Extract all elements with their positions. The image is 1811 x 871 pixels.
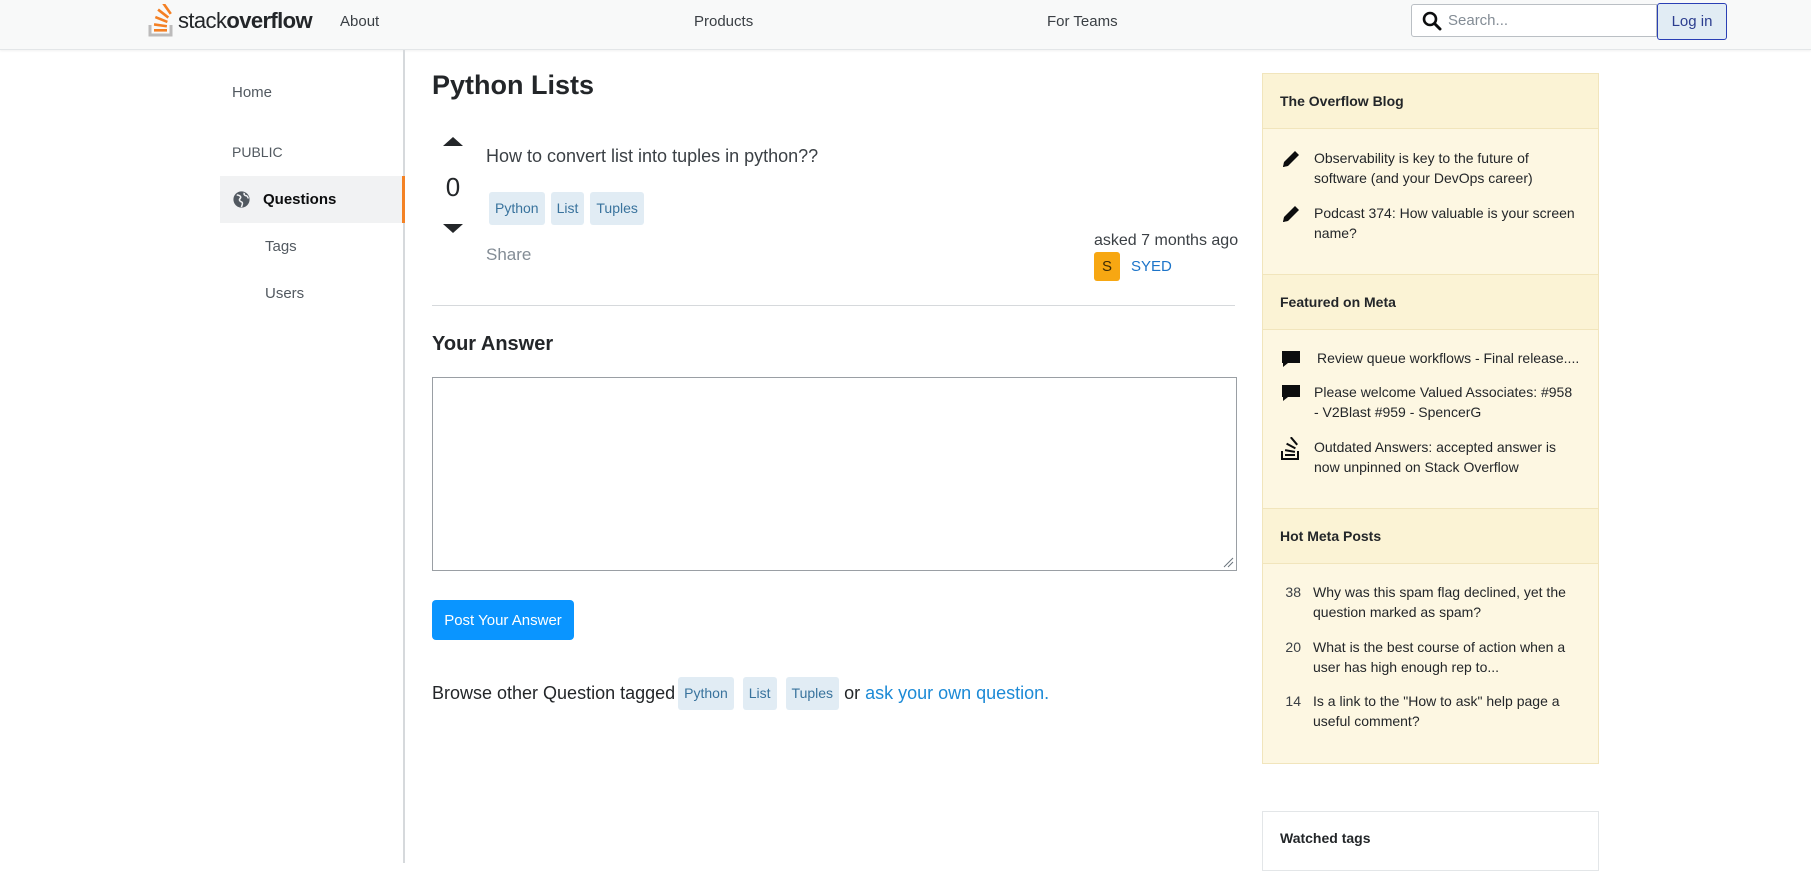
globe-icon	[233, 191, 250, 208]
tag-list[interactable]: List	[550, 192, 585, 225]
browse-other-questions: Browse other Question tagged Python List…	[432, 677, 1049, 710]
sidebar-item-questions[interactable]: Questions	[220, 176, 405, 223]
hot-meta-text: What is the best course of action when a…	[1313, 639, 1566, 675]
nav-products[interactable]: Products	[694, 13, 753, 30]
stack-logo-icon	[148, 4, 173, 37]
nav-about[interactable]: About	[340, 13, 379, 30]
answer-textarea[interactable]	[432, 377, 1237, 571]
comment-icon	[1280, 348, 1304, 375]
sidebar-section-public: PUBLIC	[232, 144, 283, 160]
nav-for-teams[interactable]: For Teams	[1047, 13, 1118, 30]
ask-question-link[interactable]: ask your own question.	[865, 683, 1049, 704]
meta-item[interactable]: Review queue workflows - Final release..…	[1263, 348, 1598, 375]
top-bar: stackoverflow About Products For Teams L…	[0, 0, 1811, 50]
hot-meta-text: Is a link to the "How to ask" help page …	[1313, 693, 1560, 729]
hot-meta-item[interactable]: 38 Why was this spam flag declined, yet …	[1263, 582, 1598, 622]
blog-heading: The Overflow Blog	[1263, 73, 1598, 129]
stackoverflow-logo[interactable]: stackoverflow	[147, 2, 313, 40]
sidebar-item-tags[interactable]: Tags	[265, 238, 297, 255]
post-answer-button[interactable]: Post Your Answer	[432, 600, 574, 640]
hot-meta-item[interactable]: 14 Is a link to the "How to ask" help pa…	[1263, 691, 1598, 731]
hot-meta-count: 14	[1285, 693, 1301, 709]
resize-handle-icon[interactable]	[1222, 556, 1234, 568]
login-button[interactable]: Log in	[1657, 3, 1727, 40]
hot-meta-text: Why was this spam flag declined, yet the…	[1313, 584, 1566, 620]
tag-python[interactable]: Python	[489, 192, 545, 225]
left-sidebar	[0, 50, 405, 863]
pencil-icon	[1280, 203, 1304, 243]
comment-icon	[1280, 382, 1304, 422]
divider	[432, 305, 1235, 306]
watched-tags-widget: Watched tags	[1262, 811, 1599, 871]
browse-tag-tuples[interactable]: Tuples	[785, 677, 840, 710]
hot-meta-count: 20	[1285, 639, 1301, 655]
hot-meta-heading: Hot Meta Posts	[1263, 508, 1598, 564]
page-title: Python Lists	[432, 70, 595, 100]
question-title[interactable]: How to convert list into tuples in pytho…	[486, 146, 818, 167]
hot-meta-item[interactable]: 20 What is the best course of action whe…	[1263, 637, 1598, 677]
meta-item[interactable]: Outdated Answers: accepted answer is now…	[1263, 436, 1598, 477]
blog-item[interactable]: Podcast 374: How valuable is your screen…	[1263, 203, 1598, 243]
upvote-arrow-icon[interactable]	[443, 137, 463, 146]
watched-tags-heading: Watched tags	[1280, 830, 1371, 846]
search-box[interactable]	[1411, 4, 1657, 37]
user-name-link[interactable]: SYED	[1131, 258, 1172, 275]
meta-item-text: Outdated Answers: accepted answer is now…	[1314, 439, 1557, 475]
browse-tag-python[interactable]: Python	[678, 677, 734, 710]
avatar[interactable]: S	[1094, 252, 1120, 281]
sidebar-item-users[interactable]: Users	[265, 285, 304, 302]
downvote-arrow-icon[interactable]	[443, 224, 463, 233]
search-icon	[1422, 11, 1442, 30]
stack-icon	[1280, 436, 1304, 477]
hot-meta-count: 38	[1285, 584, 1301, 600]
avatar-initial: S	[1101, 258, 1112, 275]
browse-or: or	[844, 683, 861, 703]
blog-meta-widget: The Overflow Blog Observability is key t…	[1262, 73, 1599, 764]
blog-item[interactable]: Observability is key to the future of so…	[1263, 148, 1598, 188]
meta-item-text: Please welcome Valued Associates: #958 -…	[1314, 384, 1573, 420]
search-input[interactable]	[1446, 11, 1650, 30]
vote-count: 0	[445, 172, 461, 202]
meta-heading: Featured on Meta	[1263, 274, 1598, 330]
blog-item-text: Podcast 374: How valuable is your screen…	[1314, 205, 1575, 241]
pencil-icon	[1280, 148, 1304, 188]
meta-item[interactable]: Please welcome Valued Associates: #958 -…	[1263, 382, 1598, 422]
asked-time: asked 7 months ago	[1094, 232, 1239, 249]
logo-text: stackoverflow	[178, 8, 313, 33]
browse-tag-list[interactable]: List	[742, 677, 777, 710]
your-answer-heading: Your Answer	[432, 333, 554, 355]
meta-item-text: Review queue workflows - Final release..…	[1317, 350, 1580, 366]
browse-prefix: Browse other Question tagged	[432, 683, 676, 703]
tag-tuples[interactable]: Tuples	[590, 192, 644, 225]
blog-item-text: Observability is key to the future of so…	[1314, 150, 1533, 186]
question-tags: Python List Tuples	[489, 192, 650, 225]
share-link[interactable]: Share	[486, 245, 531, 265]
sidebar-item-questions-label: Questions	[263, 191, 337, 208]
sidebar-item-home[interactable]: Home	[232, 84, 272, 101]
